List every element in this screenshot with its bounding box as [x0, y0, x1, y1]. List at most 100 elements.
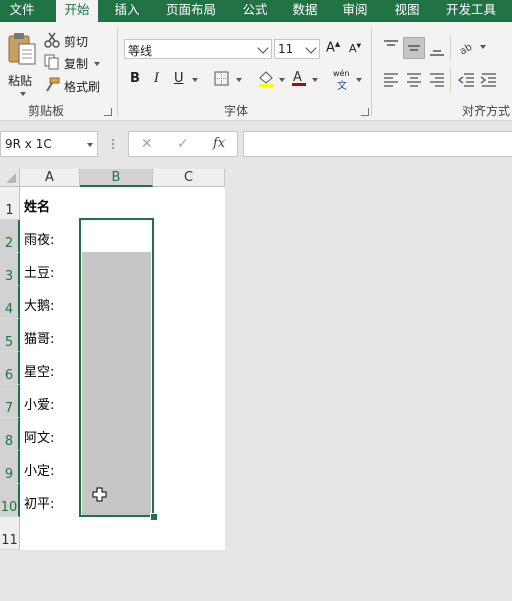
name-box[interactable]: 9R x 1C	[0, 131, 98, 157]
phonetic-button[interactable]: wén 文	[333, 69, 355, 92]
decrease-indent-icon[interactable]	[458, 71, 476, 89]
cell-a9[interactable]: 小定:	[24, 460, 54, 479]
ribbon: 粘贴 剪切 复制 格式刷 剪贴板 等线 11 A▲ A▼ B I U A wén…	[0, 22, 512, 121]
orientation-icon[interactable]: ab	[458, 38, 478, 56]
cell-a5[interactable]: 猫哥:	[24, 328, 54, 347]
font-name-select[interactable]: 等线	[124, 39, 272, 59]
clipboard-group-label: 剪贴板	[28, 104, 65, 118]
font-color-dropdown-arrow[interactable]	[312, 78, 318, 82]
row-header-7[interactable]: 7	[0, 385, 20, 418]
cell-a6[interactable]: 星空:	[24, 361, 54, 380]
column-header-a[interactable]: A	[20, 169, 80, 187]
tab-page-layout[interactable]: 页面布局	[160, 0, 222, 22]
row-header-11[interactable]: 11	[0, 517, 20, 550]
grow-font-button[interactable]: A▲	[326, 40, 340, 55]
border-dropdown-arrow[interactable]	[236, 78, 242, 82]
tab-file[interactable]: 文件	[0, 0, 44, 22]
paste-icon	[8, 33, 36, 65]
svg-text:A: A	[293, 70, 302, 85]
cell-a3[interactable]: 土豆:	[24, 262, 54, 281]
ribbon-tabs: 文件 开始 插入 页面布局 公式 数据 审阅 视图 开发工具	[0, 0, 512, 24]
increase-indent-icon[interactable]	[480, 71, 498, 89]
cut-button[interactable]: 剪切	[44, 32, 104, 50]
fill-color-dropdown-arrow[interactable]	[279, 78, 285, 82]
chevron-down-icon	[305, 42, 317, 54]
cell-a8[interactable]: 阿文:	[24, 427, 54, 446]
group-divider	[117, 28, 118, 116]
row-header-1[interactable]: 1	[0, 187, 20, 220]
formula-bar-grip[interactable]	[112, 139, 116, 149]
copy-label: 复制	[64, 57, 89, 71]
font-dialog-launcher[interactable]	[361, 108, 369, 116]
grow-font-label: A	[326, 40, 335, 56]
align-center-icon[interactable]	[405, 71, 423, 89]
formula-input[interactable]	[243, 131, 512, 157]
cell-a2[interactable]: 雨夜:	[24, 229, 54, 248]
align-right-icon[interactable]	[428, 71, 446, 89]
orientation-dropdown-arrow[interactable]	[480, 45, 486, 49]
border-icon[interactable]	[214, 71, 230, 87]
name-box-dropdown-arrow[interactable]	[87, 143, 93, 147]
cell-a1[interactable]: 姓名	[24, 196, 50, 215]
formula-bar: 9R x 1C ✕ ✓ fx	[0, 121, 512, 167]
format-painter-button[interactable]: 格式刷	[44, 77, 108, 95]
tab-insert[interactable]: 插入	[106, 0, 148, 22]
cell-a10[interactable]: 初平:	[24, 493, 54, 512]
paste-label: 粘贴	[8, 74, 33, 88]
row-header-5[interactable]: 5	[0, 319, 20, 352]
row-header-4[interactable]: 4	[0, 286, 20, 319]
align-left-icon[interactable]	[382, 71, 400, 89]
cell-a4[interactable]: 大鹅:	[24, 295, 54, 314]
underline-dropdown-arrow[interactable]	[192, 78, 198, 82]
tab-developer[interactable]: 开发工具	[440, 0, 502, 22]
enter-button[interactable]: ✓	[177, 136, 189, 152]
column-header-b[interactable]: B	[80, 169, 153, 187]
chevron-down-icon	[257, 42, 269, 54]
select-all-corner[interactable]	[0, 169, 20, 187]
copy-button[interactable]: 复制	[44, 54, 104, 72]
row-header-2[interactable]: 2	[0, 220, 20, 253]
cancel-button[interactable]: ✕	[141, 136, 153, 152]
formula-buttons: ✕ ✓ fx	[128, 131, 238, 157]
fill-handle[interactable]	[150, 513, 158, 521]
alignment-group-label: 对齐方式	[462, 104, 511, 118]
group-divider	[450, 68, 451, 92]
shrink-font-button[interactable]: A▼	[349, 42, 361, 55]
row-header-9[interactable]: 9	[0, 451, 20, 484]
tab-home[interactable]: 开始	[56, 0, 98, 24]
align-bottom-icon[interactable]	[428, 40, 446, 58]
row-header-6[interactable]: 6	[0, 352, 20, 385]
underline-button[interactable]: U	[174, 71, 184, 86]
font-size-select[interactable]: 11	[274, 39, 320, 59]
tab-data[interactable]: 数据	[284, 0, 326, 22]
align-middle-icon	[408, 45, 420, 51]
paste-dropdown-arrow[interactable]	[20, 92, 26, 96]
tab-review[interactable]: 审阅	[334, 0, 376, 22]
font-color-icon[interactable]: A	[290, 69, 308, 87]
cut-label: 剪切	[64, 35, 89, 49]
row-header-8[interactable]: 8	[0, 418, 20, 451]
align-middle-button[interactable]	[403, 37, 425, 59]
format-painter-icon	[46, 77, 60, 92]
column-header-c[interactable]: C	[153, 169, 225, 187]
group-divider	[450, 36, 451, 60]
italic-button[interactable]: I	[154, 71, 159, 86]
selection-border[interactable]	[79, 218, 154, 517]
insert-function-button[interactable]: fx	[213, 136, 225, 151]
format-painter-label: 格式刷	[64, 80, 101, 94]
clipboard-dialog-launcher[interactable]	[104, 108, 112, 116]
fill-color-icon[interactable]	[257, 69, 275, 87]
name-box-value: 9R x 1C	[5, 137, 52, 151]
font-group-label: 字体	[224, 104, 249, 118]
row-header-10[interactable]: 10	[0, 484, 20, 517]
copy-dropdown-arrow[interactable]	[94, 62, 100, 66]
paste-button[interactable]: 粘贴	[4, 28, 40, 98]
align-top-icon[interactable]	[382, 38, 400, 56]
bold-button[interactable]: B	[130, 71, 140, 86]
row-header-3[interactable]: 3	[0, 253, 20, 286]
cell-a7[interactable]: 小爱:	[24, 394, 54, 413]
tab-view[interactable]: 视图	[386, 0, 428, 22]
tab-formulas[interactable]: 公式	[234, 0, 276, 22]
scissors-icon	[44, 32, 60, 48]
phonetic-dropdown-arrow[interactable]	[356, 78, 362, 82]
